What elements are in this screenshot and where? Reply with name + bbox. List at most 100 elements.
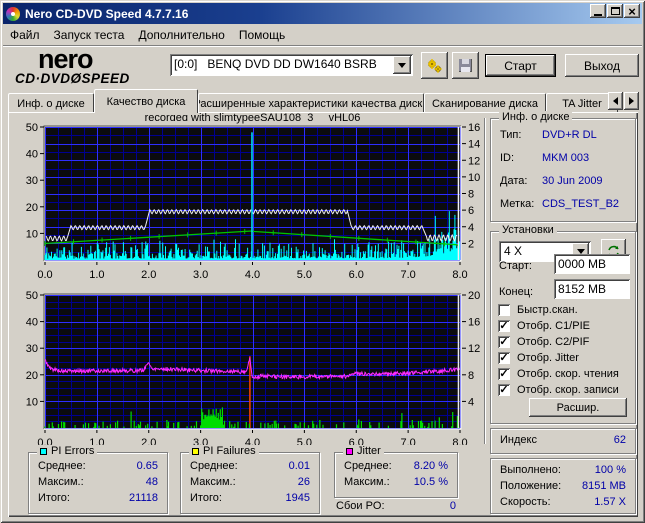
advanced-button[interactable]: Расшир. bbox=[529, 398, 627, 417]
disc-id-value: MKM 003 bbox=[542, 152, 590, 164]
checkbox-show-c2-pif[interactable]: ✓ Отобр. C2/PIF bbox=[491, 336, 637, 350]
svg-text:10: 10 bbox=[468, 172, 480, 184]
checkbox-label: Отобр. C2/PIF bbox=[517, 336, 590, 348]
menu-help[interactable]: Помощь bbox=[232, 26, 292, 44]
start-button-label: Старт bbox=[504, 58, 537, 73]
pi-errors-group: PI Errors Среднее: 0.65 Максим.: 48 Итого:… bbox=[28, 445, 168, 514]
checkbox-show-read-speed[interactable]: ✓ Отобр. скор. чтения bbox=[491, 368, 637, 382]
svg-text:12: 12 bbox=[468, 155, 480, 167]
checkbox-box[interactable]: ✓ bbox=[498, 384, 510, 396]
checkbox-label: Отобр. C1/PIE bbox=[517, 320, 590, 332]
avg-value: 0.65 bbox=[136, 460, 158, 472]
checkbox-box[interactable]: ✓ bbox=[498, 352, 510, 364]
max-value: 26 bbox=[297, 476, 310, 488]
svg-text:10: 10 bbox=[26, 228, 38, 240]
drive-select-dropdown-button[interactable] bbox=[393, 56, 411, 74]
drive-select[interactable]: [0:0] BENQ DVD DD DW1640 BSRB bbox=[170, 54, 413, 76]
close-button[interactable]: × bbox=[624, 3, 640, 19]
menu-run-test[interactable]: Запуск теста bbox=[47, 26, 132, 44]
avg-value: 8.20 % bbox=[413, 460, 448, 472]
checkbox-label: Отобр. Jitter bbox=[517, 352, 579, 364]
disc-info-caption: Инф. о диске bbox=[499, 111, 573, 123]
title-bar[interactable]: Nero CD-DVD Speed 4.7.7.16 bbox=[3, 3, 642, 24]
disc-label-value: CDS_TEST_B2 bbox=[542, 198, 620, 210]
svg-text:8: 8 bbox=[468, 189, 474, 201]
avg-value: 0.01 bbox=[288, 460, 310, 472]
gears-icon bbox=[427, 58, 442, 73]
disc-date-label: Дата: bbox=[500, 175, 528, 187]
exit-button-label: Выход bbox=[584, 58, 620, 73]
svg-text:6: 6 bbox=[468, 205, 474, 217]
disc-id-label: ID: bbox=[500, 152, 515, 164]
checkmark-icon: ✓ bbox=[499, 335, 509, 348]
index-box: Индекс 62 bbox=[490, 428, 636, 454]
speed-value: 1.57 X bbox=[594, 496, 626, 508]
speed-settings-button[interactable] bbox=[421, 52, 448, 79]
pi-errors-caption: PI Errors bbox=[51, 445, 95, 457]
checkbox-box[interactable]: ✓ bbox=[498, 320, 510, 332]
svg-text:1.0: 1.0 bbox=[89, 269, 104, 281]
advanced-button-label: Расшир. bbox=[556, 401, 600, 414]
jitter-group: Jitter Среднее: 8.20 % Максим.: 10.5 % bbox=[334, 445, 458, 498]
menu-file[interactable]: Файл bbox=[3, 26, 47, 44]
svg-text:6.0: 6.0 bbox=[349, 437, 364, 445]
svg-text:2.0: 2.0 bbox=[141, 437, 156, 445]
checkbox-show-write-speed[interactable]: ✓ Отобр. скор. записи bbox=[491, 384, 637, 398]
quality-chart: 50 40 30 20 10 16 14 12 10 8 6 4 2 0.0 1.0 2.0 3.0 4.0 5.0… bbox=[26, 122, 481, 281]
avg-label: Среднее: bbox=[344, 460, 392, 472]
svg-text:16: 16 bbox=[468, 317, 480, 329]
scroll-left-icon bbox=[613, 97, 618, 105]
svg-text:6.0: 6.0 bbox=[349, 269, 364, 281]
maximize-icon bbox=[610, 7, 620, 15]
svg-text:3.0: 3.0 bbox=[193, 437, 208, 445]
checkmark-icon: ✓ bbox=[499, 351, 509, 364]
menu-extra[interactable]: Дополнительно bbox=[131, 26, 231, 44]
max-value: 48 bbox=[145, 476, 158, 488]
svg-text:7.0: 7.0 bbox=[400, 269, 415, 281]
drive-select-value: [0:0] BENQ DVD DD DW1640 BSRB bbox=[174, 57, 377, 71]
tab-scroll-left-button[interactable] bbox=[608, 92, 623, 110]
minimize-button[interactable] bbox=[590, 4, 606, 18]
start-button[interactable]: Старт bbox=[485, 54, 556, 77]
checkbox-fast-scan[interactable]: ✓ Быстр.скан. bbox=[491, 304, 637, 318]
svg-text:0.0: 0.0 bbox=[37, 269, 52, 281]
tab-disc-quality[interactable]: Качество диска bbox=[94, 89, 198, 113]
close-icon: × bbox=[628, 3, 636, 19]
max-label: Максим.: bbox=[344, 476, 390, 488]
checkbox-box[interactable]: ✓ bbox=[498, 368, 510, 380]
checkbox-show-jitter[interactable]: ✓ Отобр. Jitter bbox=[491, 352, 637, 366]
svg-text:14: 14 bbox=[468, 139, 480, 151]
svg-text:8.0: 8.0 bbox=[452, 437, 467, 445]
checkmark-icon: ✓ bbox=[499, 319, 509, 332]
tab-scroll-right-button[interactable] bbox=[624, 92, 639, 110]
pi-failures-caption: PI Failures bbox=[203, 445, 256, 457]
index-value: 62 bbox=[613, 434, 626, 446]
svg-text:12: 12 bbox=[468, 343, 480, 355]
tab-disc-info[interactable]: Инф. о диске bbox=[8, 93, 94, 113]
checkbox-box[interactable]: ✓ bbox=[498, 304, 510, 316]
tab-scandisc[interactable]: Сканирование диска bbox=[424, 93, 546, 113]
maximize-button[interactable] bbox=[607, 4, 623, 18]
scan-start-input[interactable] bbox=[554, 254, 630, 274]
svg-text:30: 30 bbox=[26, 175, 38, 187]
scan-end-input[interactable] bbox=[554, 279, 630, 299]
total-value: 1945 bbox=[285, 492, 310, 504]
svg-text:4.0: 4.0 bbox=[245, 437, 260, 445]
checkbox-box[interactable]: ✓ bbox=[498, 336, 510, 348]
svg-text:3.0: 3.0 bbox=[193, 269, 208, 281]
svg-text:20: 20 bbox=[468, 290, 480, 302]
speed-label: Скорость: bbox=[500, 496, 551, 508]
checkbox-show-c1-pie[interactable]: ✓ Отобр. C1/PIE bbox=[491, 320, 637, 334]
menu-bar: Файл Запуск теста Дополнительно Помощь bbox=[3, 24, 642, 45]
save-button[interactable] bbox=[452, 52, 479, 79]
svg-text:40: 40 bbox=[26, 317, 38, 329]
svg-text:40: 40 bbox=[26, 149, 38, 161]
tab-advanced-quality[interactable]: Расширенные характеристики качества диск… bbox=[198, 93, 424, 113]
exit-button[interactable]: Выход bbox=[565, 54, 639, 77]
jitter-chart: 50 40 30 20 10 20 16 12 8 4 0.0 1.0 2.0 3.0 4.0 5.0 6.0 7… bbox=[26, 290, 481, 445]
app-window: Nero CD-DVD Speed 4.7.7.16 × Файл Запуск… bbox=[0, 0, 645, 523]
chevron-down-icon bbox=[398, 62, 406, 68]
pi-errors-swatch bbox=[40, 447, 47, 455]
svg-text:30: 30 bbox=[26, 343, 38, 355]
po-failures-label: Сбои PO: bbox=[336, 500, 385, 512]
